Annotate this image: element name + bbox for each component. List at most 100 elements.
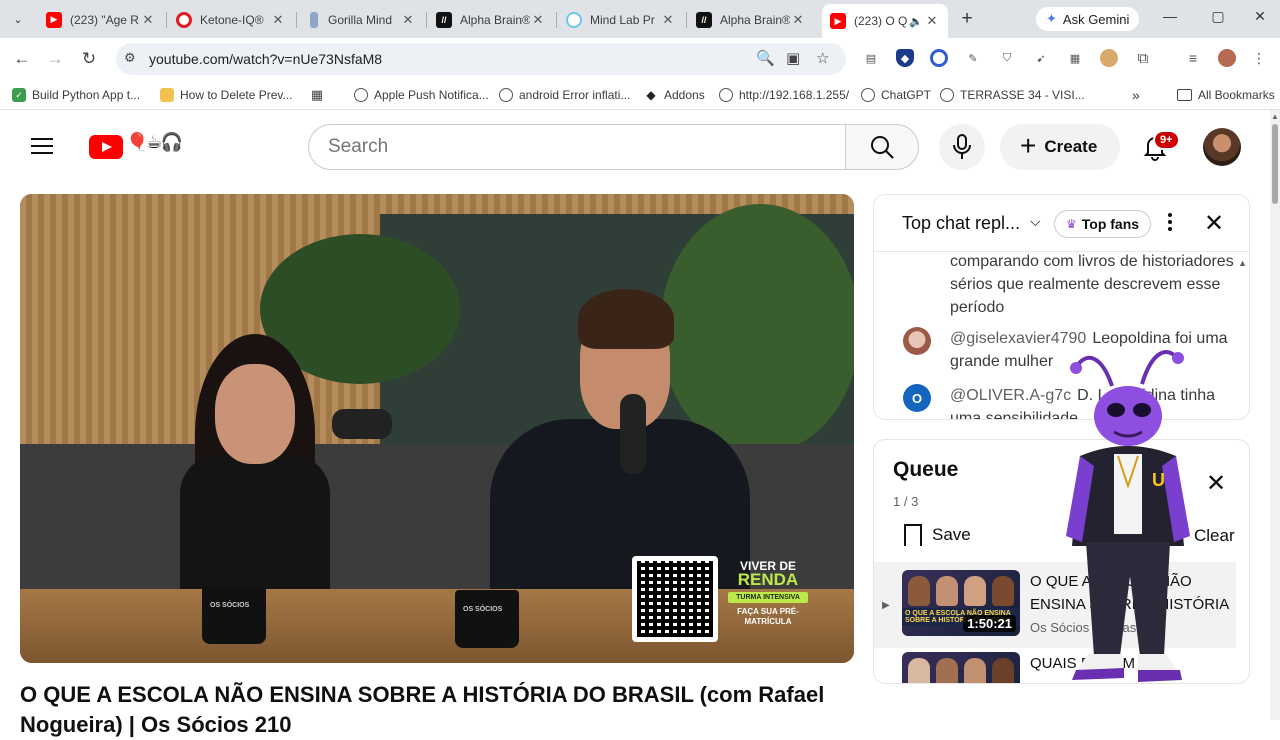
minimize-window-icon[interactable]: — [1160, 8, 1180, 24]
tab-title: Alpha Brain® [460, 12, 530, 27]
chat-mode-selector[interactable]: Top chat repl... [902, 213, 1020, 234]
search-box[interactable] [308, 124, 846, 170]
video-frame [170, 334, 340, 594]
bookmark-label: http://192.168.1.255/ [739, 88, 850, 102]
search-button[interactable] [845, 124, 919, 170]
browser-tab[interactable]: // Alpha Brain® ✕ [428, 6, 554, 33]
video-frame [332, 409, 392, 439]
folder-icon [1177, 89, 1192, 101]
address-bar[interactable]: ⚙ youtube.com/watch?v=nUe73NsfaM8 🔍 ▣ ☆ [116, 43, 846, 75]
forward-arrow-icon[interactable]: → [44, 48, 66, 70]
extension-icon[interactable]: ▤ [862, 49, 880, 67]
youtube-icon: ▶ [46, 11, 62, 28]
bookmark-item[interactable]: How to Delete Prev... [160, 86, 293, 104]
new-tab-button[interactable]: + [956, 8, 978, 30]
scroll-up-icon[interactable]: ▲ [1238, 258, 1247, 268]
site-info-icon[interactable]: ⚙ [124, 50, 136, 66]
tab-title: (223) "Age R [70, 12, 139, 27]
globe-icon [499, 88, 513, 102]
chat-author-avatar: O [903, 384, 931, 412]
close-tab-icon[interactable]: ✕ [924, 13, 940, 29]
arrow-extension-icon[interactable]: ➹ [1032, 49, 1050, 67]
bookmark-item[interactable]: ◆ Addons [644, 86, 704, 104]
mute-tab-icon[interactable]: 🔈 [908, 15, 924, 28]
url-text[interactable]: youtube.com/watch?v=nUe73NsfaM8 [149, 51, 382, 67]
chat-more-options-icon[interactable] [1164, 209, 1176, 235]
close-window-icon[interactable]: ✕ [1250, 8, 1270, 25]
puzzle-extension-icon[interactable]: ✎ [964, 49, 982, 67]
scroll-up-icon[interactable]: ▲ [1271, 112, 1279, 121]
top-fans-button[interactable]: ♛ Top fans [1054, 210, 1152, 238]
queue-position: 1 / 3 [893, 494, 919, 509]
all-bookmarks-button[interactable]: All Bookmarks [1177, 86, 1275, 104]
browser-tab[interactable]: Ketone-IQ® ✕ [168, 6, 294, 33]
browser-tab[interactable]: // Alpha Brain® ✕ [688, 6, 814, 33]
close-tab-icon[interactable]: ✕ [140, 12, 156, 28]
extensions-puzzle-icon[interactable]: ⧉ [1134, 49, 1152, 67]
close-tab-icon[interactable]: ✕ [270, 12, 286, 28]
bookmark-item[interactable]: ✓ Build Python App t... [12, 86, 140, 104]
apps-grid-icon[interactable]: ▦ [310, 86, 330, 104]
bookmark-item[interactable]: ChatGPT [861, 86, 931, 104]
video-player[interactable]: OS SÓCIOS OS SÓCIOS VIVER DE RENDA TURMA… [20, 194, 854, 663]
shield-extension-icon[interactable]: ◆ [896, 49, 914, 67]
queue-title: Queue [893, 458, 959, 481]
promo-brand: VIVER DE RENDA [737, 559, 799, 589]
reload-icon[interactable]: ↻ [78, 48, 100, 70]
page-scrollbar[interactable]: ▲ [1270, 110, 1280, 720]
ask-gemini-button[interactable]: ✦ Ask Gemini [1036, 7, 1140, 31]
media-control-icon[interactable]: ≡ [1184, 49, 1202, 67]
grid-extension-icon[interactable]: ▦ [1066, 49, 1084, 67]
queue-thumbnail[interactable] [902, 652, 1020, 683]
save-label: Save [932, 525, 971, 544]
create-button[interactable]: + Create [1000, 124, 1120, 170]
close-chat-icon[interactable]: ✕ [1204, 209, 1224, 238]
scrollbar-thumb[interactable] [1272, 124, 1278, 204]
close-tab-icon[interactable]: ✕ [400, 12, 416, 28]
bookmark-item[interactable]: http://192.168.1.255/ [719, 86, 849, 104]
chevron-down-icon[interactable]: ⌵ [1030, 213, 1041, 230]
tab-search-chevron-icon[interactable]: ⌄ [6, 8, 30, 30]
video-frame: OS SÓCIOS [455, 590, 519, 648]
bookmarks-bar: ✓ Build Python App t... How to Delete Pr… [0, 80, 1280, 110]
circle-extension-icon[interactable] [930, 49, 948, 67]
bookmark-item[interactable]: Apple Push Notifica... [354, 86, 489, 104]
promo-overlay: VIVER DE RENDA TURMA INTENSIVA FAÇA SUA … [720, 556, 816, 646]
install-app-icon[interactable]: ▣ [786, 49, 800, 67]
browser-tab[interactable]: Mind Lab Pr ✕ [558, 6, 684, 33]
browser-tab-active[interactable]: ▶ (223) O Q 🔈 ✕ [822, 4, 948, 38]
browser-tab[interactable]: ▶ (223) "Age R ✕ [38, 6, 164, 33]
kebab-menu-icon[interactable]: ⋮ [1250, 49, 1268, 67]
bookmark-label: ChatGPT [881, 88, 932, 102]
bookmark-item[interactable]: android Error inflati... [499, 86, 630, 104]
youtube-logo[interactable] [89, 135, 123, 159]
browser-tab[interactable]: Gorilla Mind ✕ [298, 6, 424, 33]
account-avatar[interactable] [1203, 128, 1241, 166]
search-input[interactable] [328, 136, 828, 158]
close-tab-icon[interactable]: ✕ [660, 12, 676, 28]
back-arrow-icon[interactable]: ← [11, 48, 33, 70]
bookmark-item[interactable]: TERRASSE 34 - VISI... [940, 86, 1085, 104]
shield-outline-icon[interactable]: ⛉ [998, 49, 1016, 67]
tab-title: Ketone-IQ® [200, 12, 264, 27]
voice-search-button[interactable] [939, 124, 985, 170]
video-frame [620, 394, 646, 474]
youtube-doodle-icon[interactable]: 🎈☕🎧 [126, 132, 183, 153]
close-tab-icon[interactable]: ✕ [790, 12, 806, 28]
bookmark-star-icon[interactable]: ☆ [816, 49, 829, 67]
queue-thumbnail[interactable]: O QUE A ESCOLA NÃO ENSINA SOBRE A HISTÓR… [902, 570, 1020, 636]
hamburger-menu-icon[interactable] [31, 138, 53, 156]
chat-author-avatar [903, 327, 931, 355]
zoom-icon[interactable]: 🔍 [756, 49, 775, 67]
save-queue-button[interactable]: Save [904, 524, 971, 547]
qr-code [632, 556, 718, 642]
tab-separator [296, 12, 297, 28]
maximize-window-icon[interactable]: ▢ [1208, 8, 1228, 25]
bookmark-favicon: ✓ [12, 88, 26, 102]
close-tab-icon[interactable]: ✕ [530, 12, 546, 28]
avatar-extension-icon[interactable] [1100, 49, 1118, 67]
close-queue-icon[interactable]: ✕ [1206, 469, 1226, 498]
profile-avatar-icon[interactable] [1218, 49, 1236, 67]
bookmarks-overflow-button[interactable]: » [1132, 86, 1140, 104]
tab-separator [166, 12, 167, 28]
